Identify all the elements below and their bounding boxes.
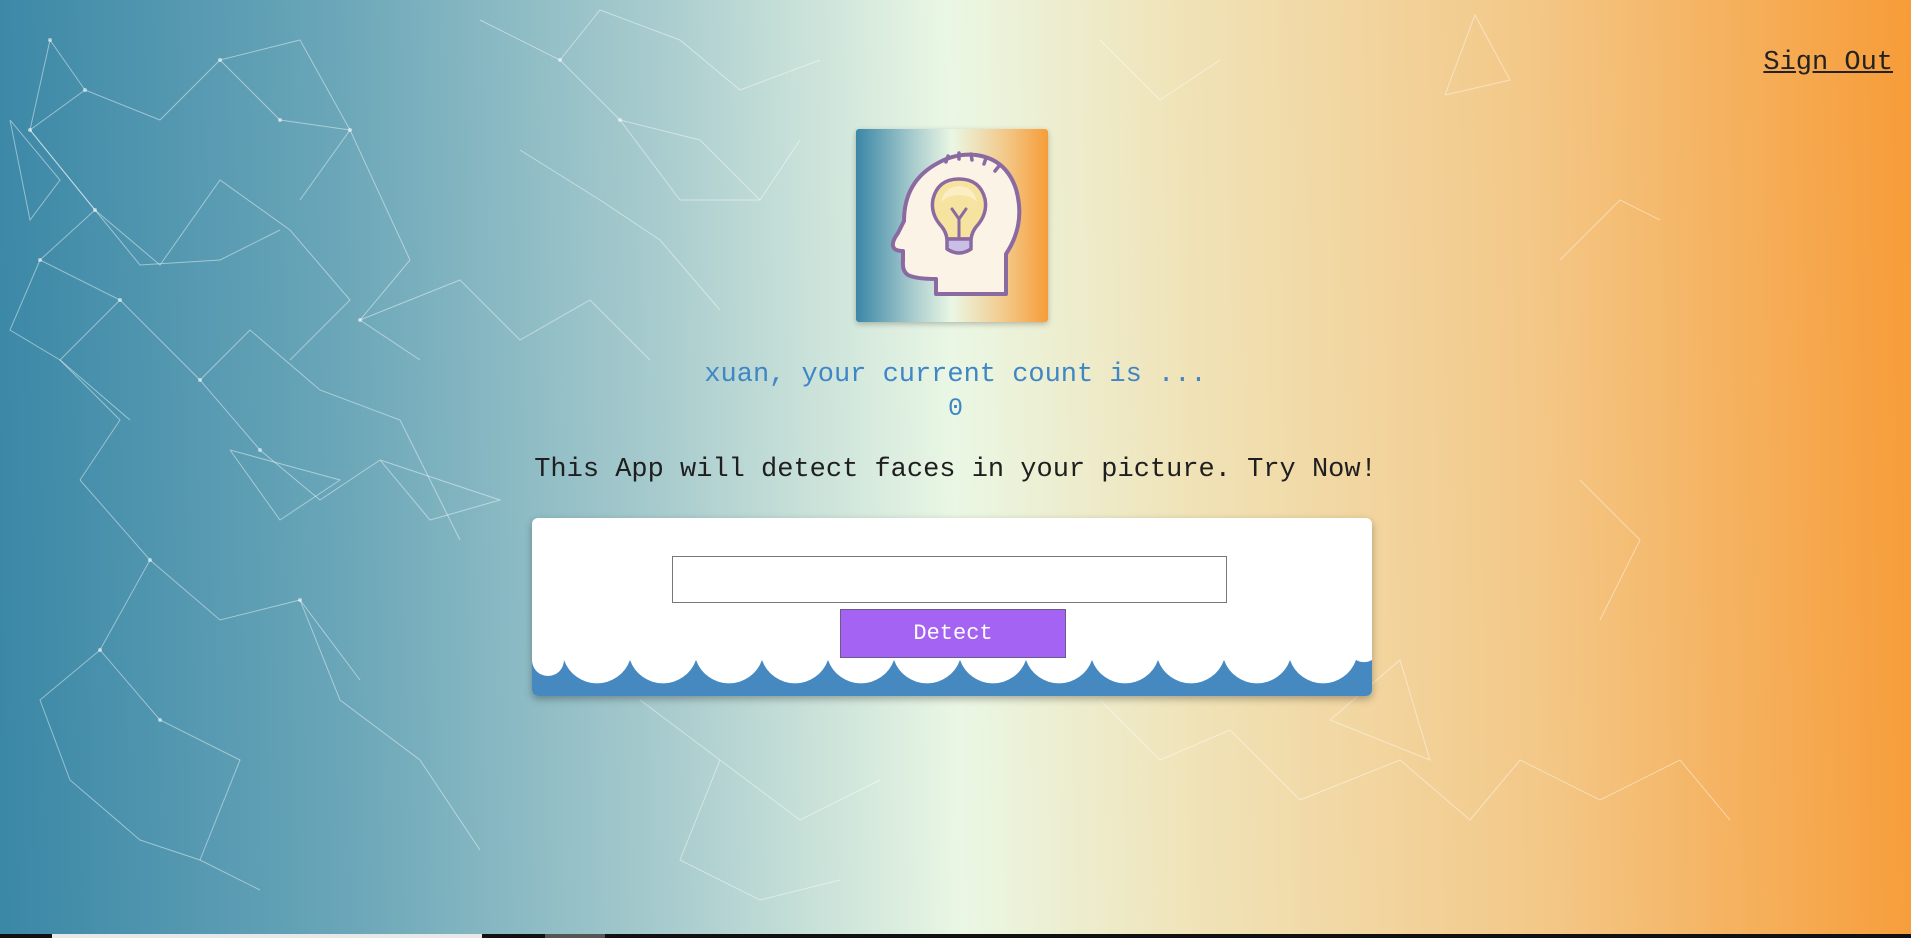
sign-out-link[interactable]: Sign Out — [1763, 48, 1893, 78]
brain-logo — [856, 129, 1048, 322]
head-lightbulb-icon — [890, 151, 1022, 296]
app-description: This App will detect faces in your pictu… — [534, 455, 1377, 485]
count-value: 0 — [947, 394, 963, 423]
image-link-form: Detect — [532, 518, 1372, 696]
bottom-scrollbar-strip — [0, 934, 1911, 938]
detect-button[interactable]: Detect — [840, 609, 1066, 658]
count-message: xuan, your current count is ... — [704, 360, 1207, 390]
image-url-input[interactable] — [672, 556, 1227, 603]
